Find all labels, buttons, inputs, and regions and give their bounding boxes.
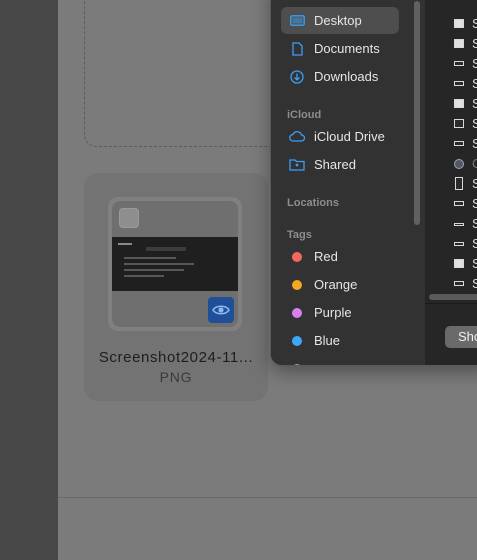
list-item[interactable]: S bbox=[425, 34, 477, 54]
sidebar-scrollbar[interactable] bbox=[414, 1, 420, 225]
list-item[interactable]: S bbox=[425, 74, 477, 94]
file-name: Screenshot2024-11... bbox=[98, 349, 254, 366]
file-icon bbox=[454, 39, 464, 48]
show-options-button[interactable]: Sho bbox=[445, 326, 477, 348]
sidebar-item-label: iCloud Drive bbox=[314, 129, 385, 144]
orange-tag-icon bbox=[292, 279, 302, 290]
preview-button[interactable] bbox=[208, 297, 234, 323]
list-item[interactable]: S bbox=[425, 214, 477, 234]
sidebar-item-tag-purple[interactable]: Purple bbox=[281, 299, 399, 326]
sidebar-item-tag-more[interactable] bbox=[281, 355, 399, 365]
thumbnail-frame bbox=[108, 197, 242, 331]
list-item[interactable]: S bbox=[425, 54, 477, 74]
sidebar-item-documents[interactable]: Documents bbox=[281, 35, 399, 62]
tags-section-header: Tags bbox=[287, 229, 312, 241]
red-tag-icon bbox=[292, 251, 302, 262]
cloud-icon bbox=[289, 129, 305, 145]
blue-tag-icon bbox=[292, 335, 302, 346]
file-icon bbox=[454, 119, 464, 128]
sidebar-item-tag-blue[interactable]: Blue bbox=[281, 327, 399, 354]
gray-tag-icon bbox=[292, 363, 302, 365]
sidebar-item-desktop[interactable]: Desktop bbox=[281, 7, 399, 34]
file-icon bbox=[454, 81, 464, 86]
list-item[interactable]: S bbox=[425, 94, 477, 114]
sidebar-item-downloads[interactable]: Downloads bbox=[281, 63, 399, 90]
left-sidebar-strip bbox=[0, 0, 58, 560]
file-icon bbox=[454, 223, 464, 226]
sidebar-item-label: Downloads bbox=[314, 69, 379, 84]
sidebar-item-tag-orange[interactable]: Orange bbox=[281, 271, 399, 298]
locations-section-header: Locations bbox=[287, 197, 339, 209]
list-item[interactable]: S bbox=[425, 254, 477, 274]
sidebar-item-label: Red bbox=[314, 249, 338, 264]
file-icon bbox=[454, 281, 464, 286]
document-icon bbox=[289, 41, 305, 57]
icloud-section-header: iCloud bbox=[287, 109, 322, 121]
sidebar-item-label: Documents bbox=[314, 41, 380, 56]
file-list-horizontal-scrollbar[interactable] bbox=[429, 294, 477, 300]
divider bbox=[58, 497, 477, 498]
file-icon bbox=[454, 19, 464, 28]
list-item[interactable]: S bbox=[425, 194, 477, 214]
file-icon bbox=[454, 242, 464, 246]
sidebar-item-label: Desktop bbox=[314, 13, 362, 28]
select-checkbox[interactable] bbox=[119, 208, 139, 228]
list-item[interactable]: S bbox=[425, 14, 477, 34]
screenshot-preview-image bbox=[112, 237, 238, 291]
list-item[interactable]: S bbox=[425, 274, 477, 294]
file-icon bbox=[454, 159, 464, 169]
sidebar-item-label: Blue bbox=[314, 333, 341, 348]
list-item[interactable]: S bbox=[425, 134, 477, 154]
download-icon bbox=[289, 69, 305, 85]
uploaded-file-card[interactable]: Screenshot2024-11... PNG bbox=[84, 173, 268, 401]
file-icon bbox=[454, 99, 464, 108]
finder-sidebar: Desktop Documents Downloads iCloud iClou… bbox=[271, 0, 426, 365]
list-item[interactable]: S bbox=[425, 234, 477, 254]
file-type: PNG bbox=[159, 369, 193, 385]
list-item[interactable]: S bbox=[425, 174, 477, 194]
finder-dialog: Desktop Documents Downloads iCloud iClou… bbox=[270, 0, 477, 366]
file-icon bbox=[454, 201, 464, 206]
purple-tag-icon bbox=[292, 307, 302, 318]
sidebar-item-label: Shared bbox=[314, 157, 356, 172]
sidebar-item-icloud-drive[interactable]: iCloud Drive bbox=[281, 123, 399, 150]
file-thumbnail bbox=[112, 201, 238, 327]
list-item[interactable]: C bbox=[425, 154, 477, 174]
file-icon bbox=[454, 259, 464, 268]
desktop-icon bbox=[289, 13, 305, 29]
file-icon bbox=[454, 141, 464, 146]
list-item[interactable]: S bbox=[425, 114, 477, 134]
file-icon bbox=[455, 177, 463, 190]
shared-folder-icon bbox=[289, 157, 305, 173]
sidebar-item-shared[interactable]: Shared bbox=[281, 151, 399, 178]
sidebar-item-label: Orange bbox=[314, 277, 358, 292]
sidebar-item-tag-red[interactable]: Red bbox=[281, 243, 399, 270]
file-icon bbox=[454, 61, 464, 66]
eye-icon bbox=[212, 305, 230, 315]
sidebar-item-label: Purple bbox=[314, 305, 352, 320]
